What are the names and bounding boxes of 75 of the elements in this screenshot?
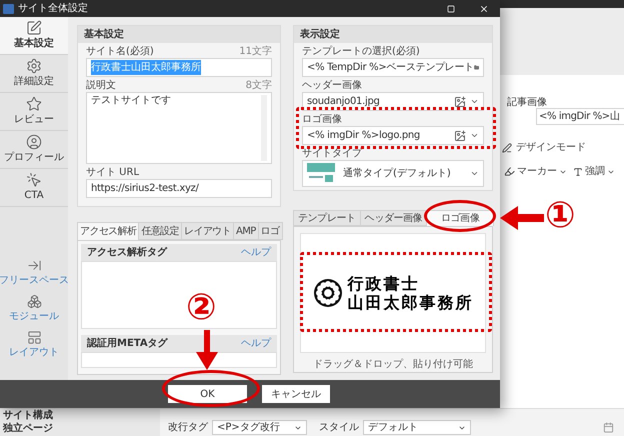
logo-text: 山田太郎事務所 <box>348 293 474 312</box>
down-arrow <box>196 330 218 370</box>
caret-icon[interactable] <box>470 169 479 178</box>
edit-icon <box>26 20 42 36</box>
text-style-icon[interactable] <box>573 166 583 176</box>
tab[interactable]: ロゴ画像 <box>426 210 494 226</box>
window-title: サイト全体設定 <box>18 2 88 16</box>
line-break-label: 改行タグ <box>168 421 208 435</box>
tab[interactable]: アクセス解析 <box>77 222 140 240</box>
style-label: スタイル <box>318 421 359 435</box>
field-label: ヘッダー画像 <box>302 80 362 91</box>
article-image-field[interactable]: <% imgDir %>山 <box>536 108 624 125</box>
tab[interactable]: ロゴ <box>258 222 283 240</box>
site-url-field[interactable]: https://sirius2-test.xyz/ <box>86 179 272 198</box>
panel-header: 表示設定 <box>294 26 492 43</box>
caret-icon[interactable] <box>470 97 479 106</box>
left-arrow <box>500 206 544 230</box>
star-icon <box>26 96 42 112</box>
calendar-icon[interactable] <box>603 422 614 433</box>
caret-icon[interactable] <box>470 131 479 140</box>
emphasis-button[interactable]: 強調 <box>585 164 605 179</box>
drop-hint: ドラッグ＆ドロップ、貼り付け可能 <box>312 358 474 372</box>
layout-icon <box>26 330 42 345</box>
logo-drop-area[interactable]: 行政書士 山田太郎事務所 <box>300 233 486 353</box>
gear-icon <box>26 58 42 74</box>
tag-input-field[interactable] <box>81 352 277 368</box>
section-title: アクセス解析タグ <box>87 246 167 260</box>
line-break-dropdown[interactable]: <P>タグ改行 <box>212 420 307 435</box>
field-label: ロゴ画像 <box>302 114 342 125</box>
article-image-label: 記事画像 <box>507 96 547 110</box>
style-dropdown[interactable]: デフォルト <box>362 420 471 435</box>
tab[interactable]: テンプレート <box>293 210 361 226</box>
emblem-icon <box>312 278 342 308</box>
boxes-icon <box>26 294 42 309</box>
image-icon[interactable] <box>454 130 466 142</box>
marker-button[interactable]: マーカー <box>517 164 557 179</box>
cancel-button[interactable]: キャンセル <box>262 385 330 403</box>
field-label: テンプレートの選択(必須) <box>302 46 420 57</box>
arrow-lines-icon <box>26 258 42 273</box>
maximize-icon[interactable] <box>447 4 455 12</box>
description-textarea[interactable]: テストサイトです <box>86 92 272 164</box>
header-image-field[interactable]: soudanjo01.jpg <box>302 92 484 111</box>
close-icon[interactable] <box>479 4 489 14</box>
tab[interactable]: ヘッダー画像 <box>360 210 428 226</box>
nav-item[interactable]: 独立ページ <box>3 422 160 435</box>
nav-item[interactable]: サイト構成 <box>3 409 160 422</box>
user-icon <box>26 134 42 150</box>
panel-header: 基本設定 <box>78 26 280 43</box>
section-title: 認証用METAタグ <box>87 336 168 351</box>
design-mode-button[interactable]: デザインモード <box>516 140 586 155</box>
field-label: サイト URL <box>86 167 140 178</box>
highlight-ellipse <box>424 200 496 232</box>
field-label: サイト名(必須) <box>86 46 154 57</box>
tab[interactable]: 任意設定 <box>138 222 182 240</box>
image-icon[interactable] <box>454 96 466 108</box>
pointer-icon <box>26 172 42 188</box>
marker-icon[interactable] <box>504 166 515 177</box>
template-field[interactable]: <% TempDir %>ベーステンプレート <box>302 58 484 77</box>
logo-text: 行政書士 <box>348 274 420 293</box>
field-label: サイトタイプ <box>302 148 362 159</box>
ok-button[interactable]: OK <box>168 385 247 403</box>
logo-image-field[interactable]: <% imgDir %>logo.png <box>302 126 484 145</box>
tab[interactable]: レイアウト <box>181 222 234 240</box>
step-number: ② <box>186 288 216 328</box>
tab[interactable]: AMP <box>233 222 259 240</box>
pen-icon[interactable] <box>502 142 512 152</box>
character-count: 11文字 <box>239 46 272 57</box>
field-label: 説明文 <box>86 80 116 91</box>
step-number: ① <box>545 196 576 236</box>
app-icon <box>3 4 14 14</box>
character-count: 8文字 <box>246 80 272 91</box>
template-thumbnail-icon <box>307 162 335 184</box>
site-type-dropdown[interactable]: 通常タイプ(デフォルト) <box>302 160 484 187</box>
sidebar-tab[interactable]: 基本設定 <box>0 17 68 55</box>
tag-input-field[interactable] <box>81 261 277 329</box>
